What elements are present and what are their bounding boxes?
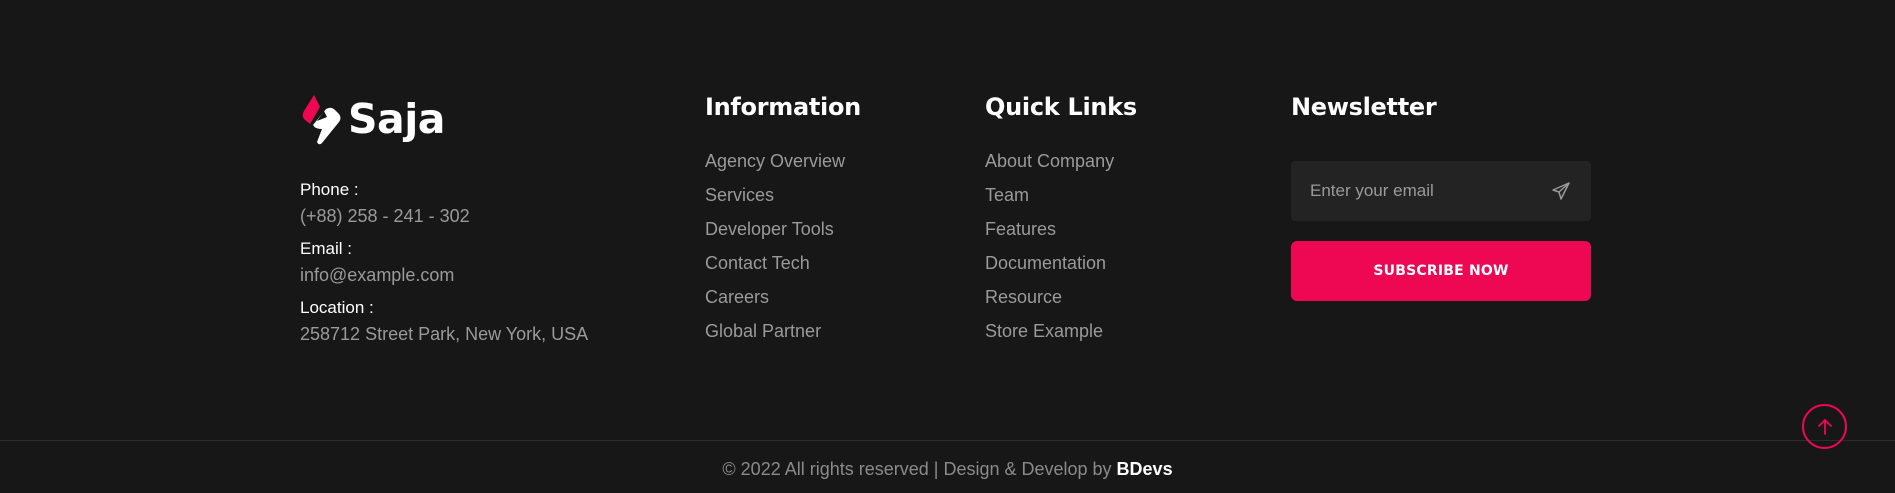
link-about-company[interactable]: About Company [985,151,1114,171]
link-global-partner[interactable]: Global Partner [705,321,821,341]
list-item: Agency Overview [705,151,861,185]
link-careers[interactable]: Careers [705,287,769,307]
list-item: Developer Tools [705,219,861,253]
list-item: Documentation [985,253,1137,287]
link-developer-tools[interactable]: Developer Tools [705,219,834,239]
contact-info: Phone : (+88) 258 - 241 - 302 Email : in… [300,179,588,356]
information-column: Information Agency Overview Services Dev… [705,92,861,355]
bdevs-link[interactable]: BDevs [1117,459,1173,479]
information-links: Agency Overview Services Developer Tools… [705,151,861,355]
copyright-text: © 2022 All rights reserved | Design & De… [0,458,1895,480]
arrow-up-icon [1817,418,1832,435]
contact-location: Location : 258712 Street Park, New York,… [300,297,588,347]
newsletter-column: Newsletter [1291,92,1437,122]
location-value: 258712 Street Park, New York, USA [300,324,589,344]
newsletter-email-input[interactable] [1291,161,1531,221]
brand-name: Saja [348,95,445,143]
phone-label: Phone : [300,180,359,199]
list-item: Features [985,219,1137,253]
link-team[interactable]: Team [985,185,1029,205]
list-item: Global Partner [705,321,861,355]
list-item: Careers [705,287,861,321]
quick-links-title: Quick Links [985,93,1137,121]
copyright-prefix: © 2022 All rights reserved | Design & De… [722,459,1117,479]
list-item: Contact Tech [705,253,861,287]
link-services[interactable]: Services [705,185,774,205]
contact-email: Email : info@example.com [300,238,588,288]
quick-links-list: About Company Team Features Documentatio… [985,151,1137,355]
email-label: Email : [300,239,352,258]
link-features[interactable]: Features [985,219,1056,239]
email-value: info@example.com [300,265,455,285]
list-item: Services [705,185,861,219]
brand-logo[interactable]: Saja [300,93,445,145]
phone-value: (+88) 258 - 241 - 302 [300,206,470,226]
information-title: Information [705,93,861,121]
list-item: Store Example [985,321,1137,355]
bolt-logo-icon [302,95,341,145]
location-label: Location : [300,298,374,317]
contact-phone: Phone : (+88) 258 - 241 - 302 [300,179,588,229]
subscribe-button[interactable]: SUBSCRIBE NOW [1291,241,1591,301]
link-resource[interactable]: Resource [985,287,1062,307]
link-contact-tech[interactable]: Contact Tech [705,253,810,273]
link-agency-overview[interactable]: Agency Overview [705,151,845,171]
quick-links-column: Quick Links About Company Team Features … [985,92,1137,355]
list-item: About Company [985,151,1137,185]
paper-plane-icon[interactable] [1551,181,1571,201]
scroll-to-top-button[interactable] [1802,404,1847,449]
newsletter-email-box [1291,161,1591,221]
site-footer: Saja Phone : (+88) 258 - 241 - 302 Email… [0,0,1895,493]
newsletter-title: Newsletter [1291,93,1437,121]
link-documentation[interactable]: Documentation [985,253,1106,273]
footer-divider [0,440,1895,441]
list-item: Resource [985,287,1137,321]
list-item: Team [985,185,1137,219]
link-store-example[interactable]: Store Example [985,321,1103,341]
